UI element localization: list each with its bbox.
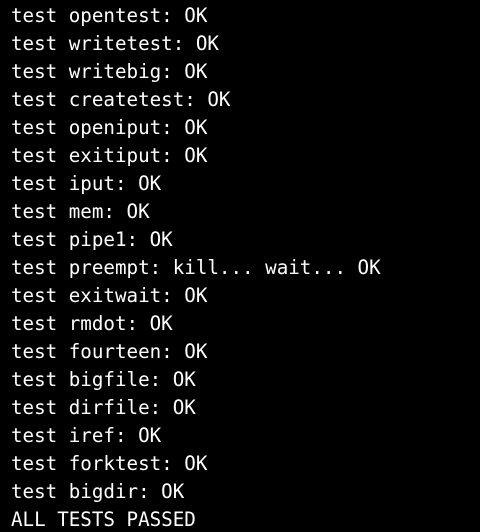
output-line-dirfile: test dirfile: OK	[11, 396, 196, 419]
output-line-openiput: test openiput: OK	[11, 116, 208, 139]
output-line-rmdot: test rmdot: OK	[11, 312, 173, 335]
output-line-exitiput: test exitiput: OK	[11, 144, 208, 167]
output-line-summary: ALL TESTS PASSED	[11, 508, 196, 531]
output-line-iref: test iref: OK	[11, 424, 162, 447]
output-line-opentest: test opentest: OK	[11, 4, 208, 27]
output-line-bigfile: test bigfile: OK	[11, 368, 196, 391]
output-line-writebig: test writebig: OK	[11, 60, 208, 83]
output-line-iput: test iput: OK	[11, 172, 162, 195]
output-line-exitwait: test exitwait: OK	[11, 284, 208, 307]
output-line-bigdir: test bigdir: OK	[11, 480, 185, 503]
output-line-preempt: test preempt: kill... wait... OK	[11, 256, 381, 279]
output-line-fourteen: test fourteen: OK	[11, 340, 208, 363]
output-line-mem: test mem: OK	[11, 200, 150, 223]
output-line-writetest: test writetest: OK	[11, 32, 219, 55]
terminal-output[interactable]: test opentest: OK test writetest: OK tes…	[0, 0, 480, 532]
output-line-createtest: test createtest: OK	[11, 88, 231, 111]
output-line-pipe1: test pipe1: OK	[11, 228, 173, 251]
output-line-forktest: test forktest: OK	[11, 452, 208, 475]
